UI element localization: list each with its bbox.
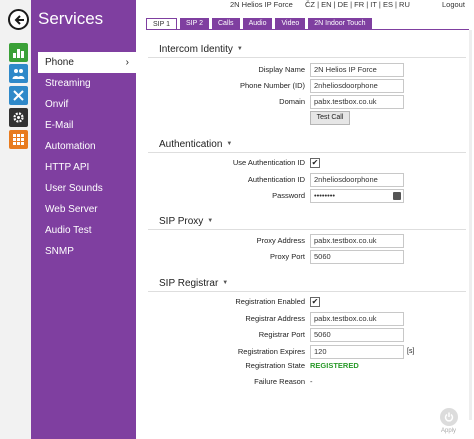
proxy-port-field[interactable]: 5060 [310,250,404,264]
test-call-row: Test Call [0,111,474,125]
sip-registrar-header[interactable]: SIP Registrar ▼ [159,278,228,289]
use-auth-checkbox[interactable]: ✔ [310,158,320,168]
section-title: SIP Registrar [159,278,219,289]
password-value: •••••••• [314,191,336,200]
scrollbar[interactable] [469,30,472,420]
registration-enabled-label: Registration Enabled [235,297,305,306]
key-icon[interactable] [393,192,401,200]
failure-reason-label: Failure Reason [254,377,305,386]
registrar-address-row: Registrar Address pabx.testbox.co.uk [0,312,474,326]
sidebar-item-automation[interactable]: Automation [38,136,136,157]
caret-down-icon: ▼ [236,46,243,53]
proxy-address-row: Proxy Address pabx.testbox.co.uk [0,234,474,248]
registration-enabled-checkbox[interactable]: ✔ [310,297,320,307]
proxy-address-label: Proxy Address [256,236,305,245]
password-field[interactable]: •••••••• [310,189,404,203]
device-name: 2N Helios IP Force [230,0,293,9]
failure-reason-row: Failure Reason - [0,375,474,389]
caret-down-icon: ▼ [226,141,233,148]
auth-id-row: Authentication ID 2nheliosdoorphone [0,173,474,187]
use-auth-label: Use Authentication ID [232,158,305,167]
sip-proxy-header[interactable]: SIP Proxy ▼ [159,216,213,227]
section-divider [148,152,466,153]
section-title: SIP Proxy [159,216,204,227]
section-divider [148,229,466,230]
section-title: Intercom Identity [159,44,233,55]
registration-expires-field[interactable]: 120 [310,345,404,359]
language-selector[interactable]: ČZ | EN | DE | FR | IT | ES | RU [305,0,410,9]
domain-row: Domain pabx.testbox.co.uk [0,95,474,109]
seconds-unit: [s] [407,348,415,355]
logout-link[interactable]: Logout [442,0,465,9]
phone-number-field[interactable]: 2nheliosdoorphone [310,79,404,93]
password-row: Password •••••••• [0,189,474,203]
proxy-port-label: Proxy Port [269,252,305,261]
proxy-port-row: Proxy Port 5060 [0,250,474,264]
use-auth-row: Use Authentication ID ✔ [0,156,474,170]
section-divider [148,57,466,58]
section-divider [148,291,466,292]
caret-down-icon: ▼ [207,218,214,225]
display-name-label: Display Name [258,65,305,74]
phone-number-row: Phone Number (ID) 2nheliosdoorphone [0,79,474,93]
failure-reason-value: - [310,377,313,386]
back-arrow-icon[interactable] [8,9,29,30]
registrar-address-field[interactable]: pabx.testbox.co.uk [310,312,404,326]
apply-label: Apply [441,428,457,434]
auth-id-label: Authentication ID [247,175,305,184]
sidebar-title: Services [38,9,104,28]
domain-label: Domain [279,97,305,106]
apply-button[interactable] [440,408,458,426]
password-label: Password [272,191,305,200]
grid-icon[interactable] [9,130,28,149]
auth-id-field[interactable]: 2nheliosdoorphone [310,173,404,187]
power-icon [444,412,454,422]
bar-chart-icon[interactable] [9,43,28,62]
section-title: Authentication [159,139,223,150]
display-name-field[interactable]: 2N Helios IP Force [310,63,404,77]
caret-down-icon: ▼ [222,280,229,287]
intercom-identity-header[interactable]: Intercom Identity ▼ [159,44,243,55]
registration-enabled-row: Registration Enabled ✔ [0,295,474,309]
proxy-address-field[interactable]: pabx.testbox.co.uk [310,234,404,248]
tab-divider [146,29,469,30]
registrar-address-label: Registrar Address [245,314,305,323]
registration-state-value: REGISTERED [310,361,359,370]
domain-field[interactable]: pabx.testbox.co.uk [310,95,404,109]
phone-number-label: Phone Number (ID) [239,81,305,90]
authentication-header[interactable]: Authentication ▼ [159,139,232,150]
registrar-port-row: Registrar Port 5060 [0,328,474,342]
display-name-row: Display Name 2N Helios IP Force [0,63,474,77]
registration-state-row: Registration State REGISTERED [0,359,474,373]
registrar-port-field[interactable]: 5060 [310,328,404,342]
registration-expires-label: Registration Expires [237,347,305,356]
registrar-port-label: Registrar Port [258,330,305,339]
registration-expires-row: Registration Expires 120 [s] [0,345,474,359]
test-call-button[interactable]: Test Call [310,111,350,125]
registration-state-label: Registration State [245,361,305,370]
